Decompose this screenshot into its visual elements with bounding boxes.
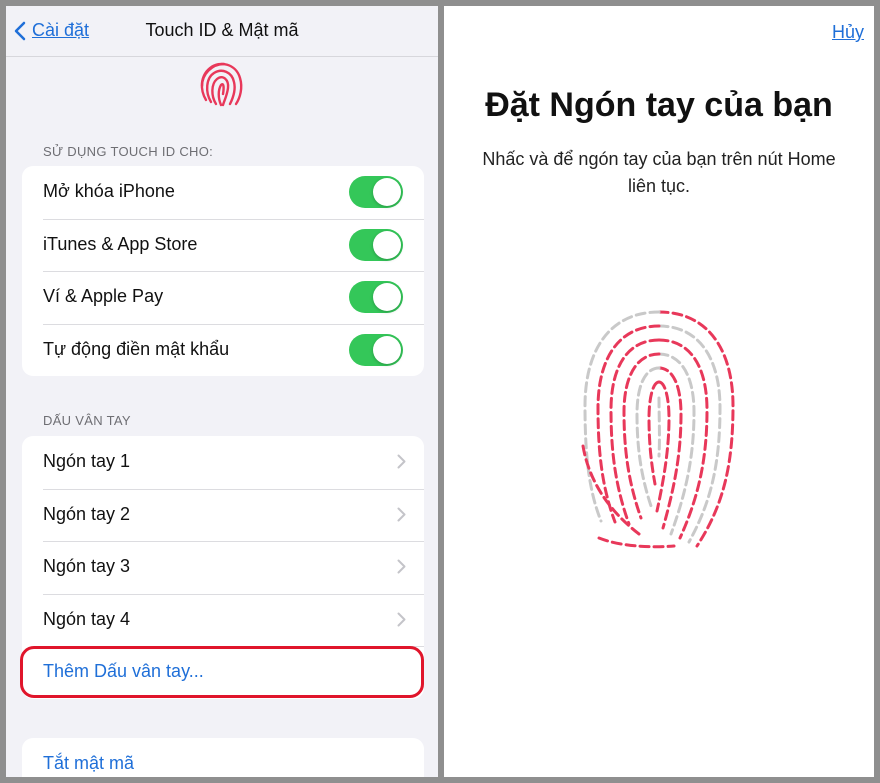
row-label: Ngón tay 4 — [43, 608, 131, 629]
usage-row-wallet-apple-pay: Ví & Apple Pay — [22, 271, 424, 324]
fingerprint-row-4[interactable]: Ngón tay 4 — [22, 593, 424, 647]
toggle-knob — [373, 283, 401, 311]
usage-list: Mở khóa iPhone iTunes & App Store Ví & A… — [22, 166, 424, 376]
fingerprint-enrollment-screen: Hủy Đặt Ngón tay của bạn Nhấc và để ngón… — [444, 6, 874, 777]
row-label: Ngón tay 1 — [43, 451, 131, 471]
row-label: Ngón tay 3 — [43, 556, 131, 576]
toggle-knob — [373, 178, 401, 206]
touch-id-fingerprint-icon — [200, 62, 243, 107]
chevron-right-icon — [397, 612, 406, 626]
cancel-button[interactable]: Hủy — [832, 22, 864, 43]
itunes-app-store-toggle[interactable] — [349, 228, 403, 261]
row-label: iTunes & App Store — [43, 233, 198, 254]
usage-row-password-autofill: Tự động điền mật khẩu — [22, 323, 424, 377]
turn-passcode-off-row[interactable]: Tắt mật mã — [22, 738, 424, 777]
chevron-right-icon — [397, 559, 406, 574]
enrollment-description: Nhấc và để ngón tay của bạn trên nút Hom… — [482, 149, 836, 196]
chevron-right-icon — [397, 454, 406, 469]
turn-passcode-off-button[interactable]: Tắt mật mã — [43, 753, 134, 774]
touch-id-settings-screen: Cài đặt Touch ID & Mật mã SỬ DỤNG TOUCH … — [6, 6, 438, 777]
fingerprint-row-3[interactable]: Ngón tay 3 — [22, 541, 424, 594]
wallet-apple-pay-toggle[interactable] — [349, 281, 403, 313]
row-label: Tự động điền mật khẩu — [43, 338, 230, 359]
add-fingerprint-highlight — [20, 646, 424, 698]
toggle-knob — [373, 335, 401, 364]
passcode-list: Tắt mật mã — [22, 738, 424, 777]
password-autofill-toggle[interactable] — [349, 333, 403, 366]
usage-row-unlock-iphone: Mở khóa iPhone — [22, 166, 424, 219]
row-label: Ngón tay 2 — [43, 503, 131, 524]
row-label: Ví & Apple Pay — [43, 286, 164, 306]
unlock-iphone-toggle[interactable] — [349, 176, 403, 208]
usage-row-itunes-app-store: iTunes & App Store — [22, 218, 424, 272]
page-title: Touch ID & Mật mã — [145, 20, 299, 40]
fingerprint-row-2[interactable]: Ngón tay 2 — [22, 488, 424, 542]
usage-section-header: SỬ DỤNG TOUCH ID CHO: — [43, 144, 214, 159]
navigation-bar: Cài đặt Touch ID & Mật mã — [6, 6, 438, 57]
enrollment-title: Đặt Ngón tay của bạn — [485, 86, 833, 124]
row-label: Mở khóa iPhone — [43, 181, 175, 201]
fingerprint-row-1[interactable]: Ngón tay 1 — [22, 436, 424, 489]
chevron-right-icon — [397, 507, 406, 521]
fingerprint-section-header: DẤU VÂN TAY — [43, 413, 131, 428]
toggle-knob — [373, 230, 401, 259]
fingerprint-progress-icon — [581, 310, 735, 549]
